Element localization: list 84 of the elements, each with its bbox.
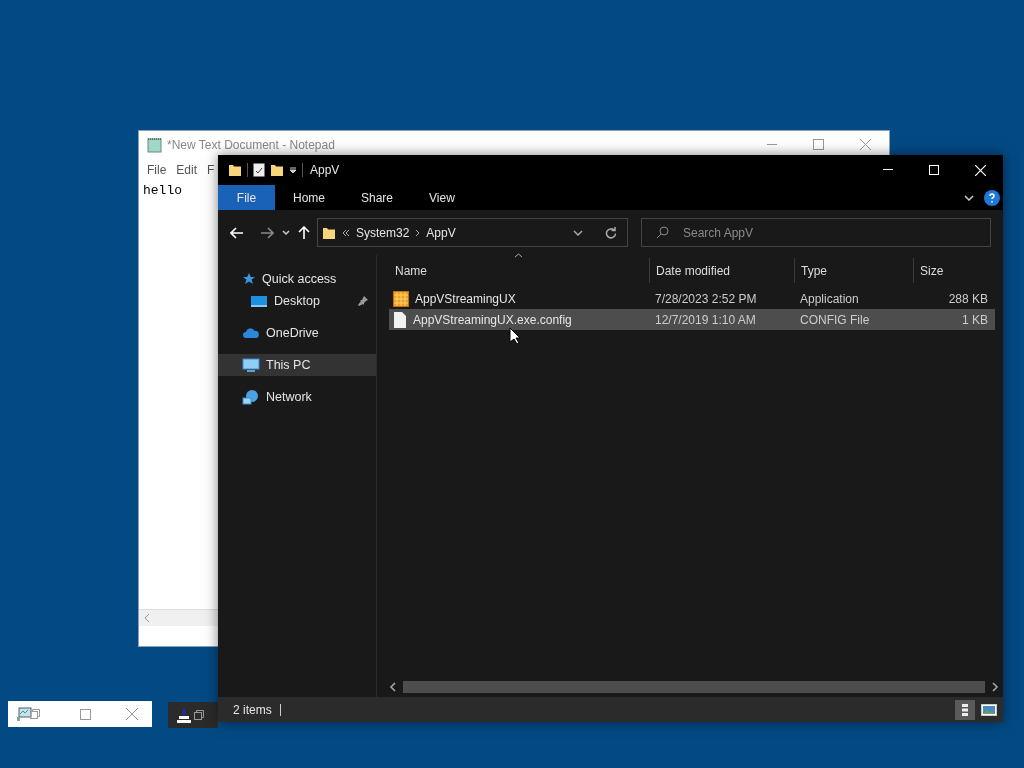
nav-label: Desktop [274,292,321,310]
status-text: 2 items [233,701,272,719]
ribbon-tab[interactable]: Home [275,185,343,210]
address-bar[interactable]: System32 AppV [317,218,628,247]
help-icon[interactable] [984,189,1000,206]
document-text: hello [143,182,182,200]
up-icon[interactable] [298,225,310,240]
recent-dropdown-icon[interactable] [282,229,290,236]
minimize-icon [883,169,893,171]
mouse-cursor-icon [509,327,521,345]
details-icon [961,702,969,717]
history-dropdown-icon[interactable] [573,229,583,236]
window-title: *New Text Document - Notepad [167,137,335,154]
properties-icon[interactable] [253,163,265,177]
nav-label: OneDrive [266,324,320,342]
monitor-icon [16,706,32,722]
size-cell-text: 1 KB [961,311,989,329]
file-icon [393,311,407,328]
nav-label: Quick access [262,270,338,288]
star-icon [242,272,256,286]
date-cell-text: 12/7/2019 1:10 AM [654,311,757,329]
breadcrumb-item[interactable]: AppV [426,223,456,242]
nav-item[interactable]: Quick access [218,268,376,290]
cloud-icon [242,327,260,339]
menu-item[interactable]: Edit [176,161,198,179]
type-cell-text: Application [799,290,860,308]
notepad-icon [147,137,163,153]
column-header[interactable]: Size [913,258,994,283]
restore-icon [30,709,40,719]
forward-icon[interactable] [260,226,274,239]
ribbon-expand-icon[interactable] [964,194,974,201]
search-field[interactable]: Search AppV [683,223,990,242]
monitor-icon [250,294,268,308]
folder-icon [228,163,242,177]
back-icon[interactable] [230,226,244,239]
menu-item[interactable]: F [207,161,215,179]
maximize-icon [80,708,91,720]
menu-item[interactable]: File [147,161,167,179]
overflow-chevron-icon[interactable] [342,228,350,237]
nav-item[interactable]: Network [218,386,376,408]
ribbon-tab[interactable]: Share [343,185,412,210]
nav-label: Network [266,388,313,406]
wizard-icon [177,707,191,723]
ribbon-tab[interactable]: File [218,185,275,210]
minimize-icon[interactable] [767,144,777,146]
ribbon-tab[interactable]: View [411,185,473,210]
maximize-icon[interactable] [813,139,824,150]
window-title: AppV [310,162,340,179]
breadcrumb-item[interactable]: System32 [356,223,410,242]
folder-icon [322,225,336,240]
file-name: AppVStreamingUX.exe.config [413,311,572,329]
dropdown-icon[interactable] [289,166,297,174]
file-name: AppVStreamingUX [415,290,516,308]
restore-icon [194,710,204,720]
nav-item[interactable]: This PC [218,354,376,376]
column-header[interactable]: Type [794,258,913,283]
size-cell-text: 288 KB [947,290,989,308]
new-folder-icon [270,163,284,177]
minimized-window[interactable] [168,702,218,728]
close-icon [126,708,138,720]
computer-icon [242,357,260,373]
scrollbar-thumb[interactable] [403,681,985,693]
date-cell-text: 7/28/2023 2:52 PM [654,290,758,308]
column-header[interactable]: Date modified [649,258,794,283]
nav-item[interactable]: Desktop [218,290,376,312]
type-cell-text: CONFIG File [799,311,871,329]
image-icon [981,703,997,716]
search-box[interactable]: Search AppV [641,218,991,247]
search-icon [656,226,669,239]
details-view-button[interactable] [955,699,975,720]
nav-item[interactable]: OneDrive [218,322,376,344]
separator-chevron-icon [415,228,421,237]
scroll-left-icon[interactable] [389,682,397,692]
scroll-right-icon[interactable] [991,682,999,692]
nav-label: This PC [266,356,312,374]
maximize-icon [929,165,939,175]
close-icon[interactable] [860,139,871,150]
network-icon [242,389,260,405]
column-header[interactable]: Name [389,258,649,283]
close-icon [974,164,986,176]
app-icon [393,290,409,307]
refresh-icon[interactable] [605,226,617,239]
file-row[interactable]: AppVStreamingUX.exe.config 12/7/2019 1:10 AM CONFIG File 1 KB [389,309,995,330]
file-row[interactable]: AppVStreamingUX 7/28/2023 2:52 PM Application 288 KB [389,288,995,309]
